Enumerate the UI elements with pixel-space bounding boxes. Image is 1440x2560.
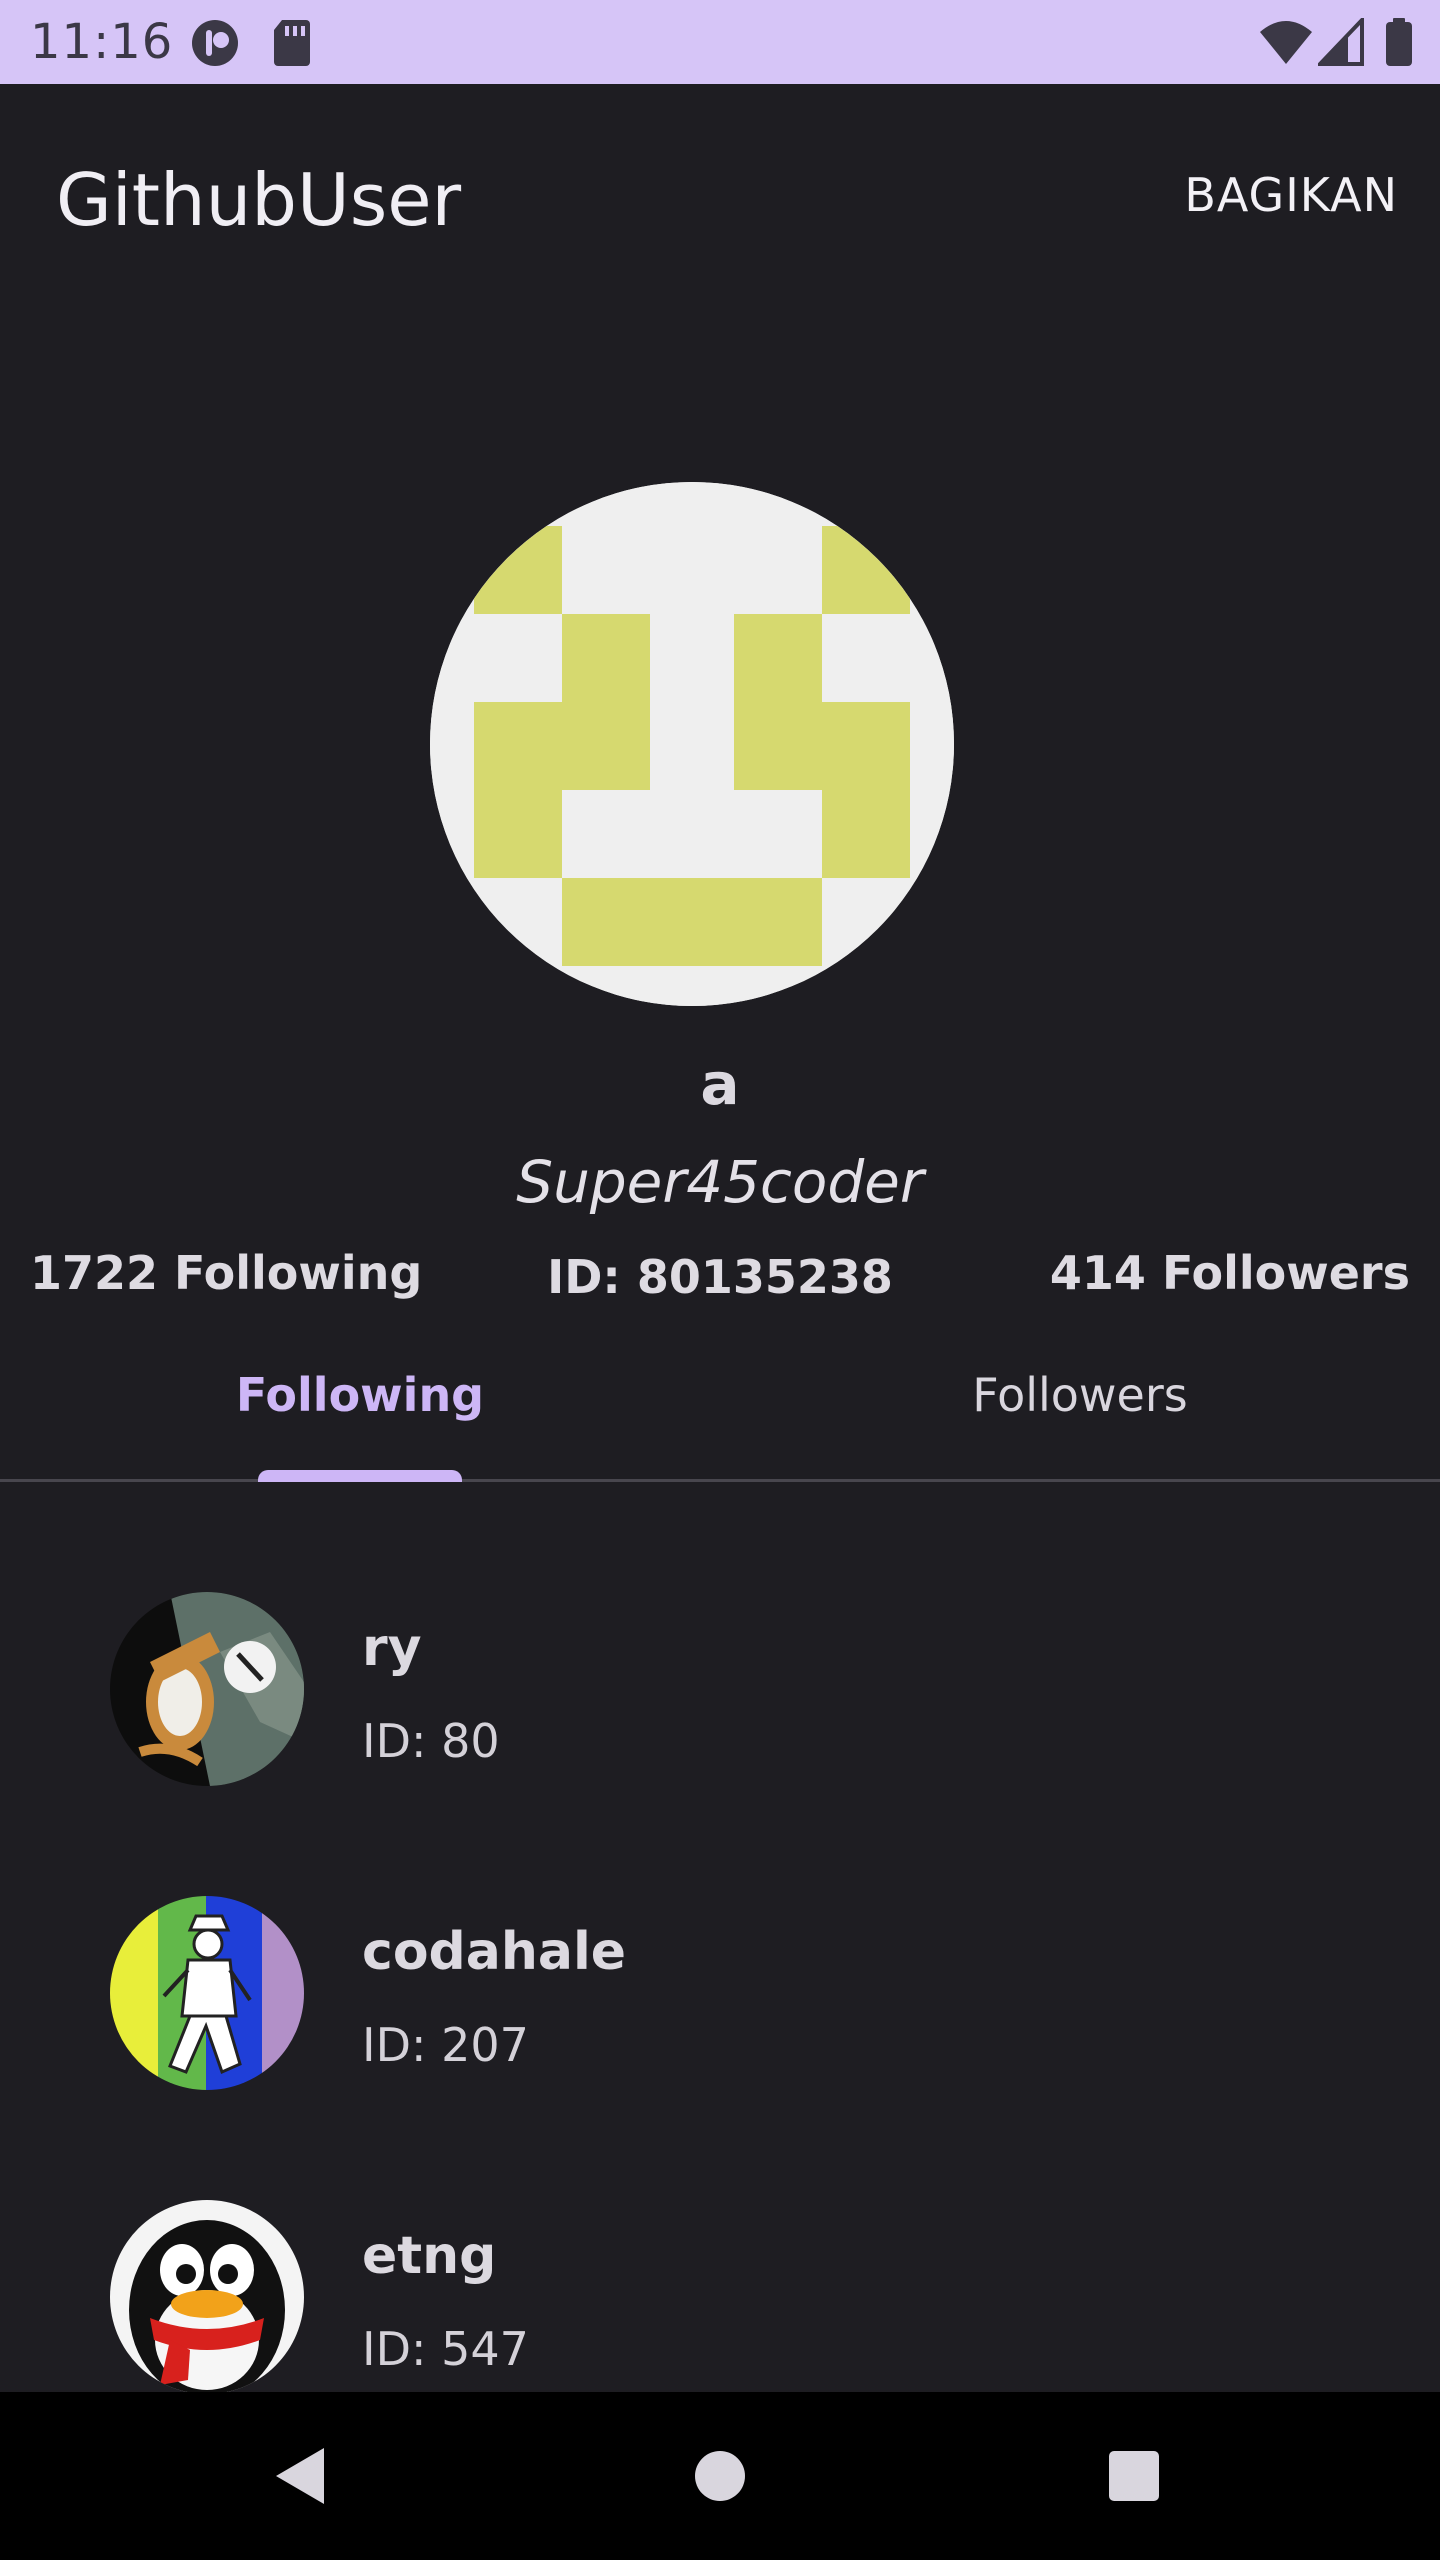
profile-login: Super45coder <box>516 1148 924 1216</box>
user-avatar <box>110 2200 304 2392</box>
home-button[interactable] <box>620 2392 820 2560</box>
user-name: ry <box>362 1618 422 1678</box>
user-name: codahale <box>362 1922 627 1982</box>
recents-icon <box>1109 2451 1159 2501</box>
list-item[interactable]: codahale ID: 207 <box>0 1786 1440 2090</box>
profile-name: a <box>700 1050 740 1118</box>
user-list: ry ID: 80 codahale ID: 207 etng ID: 547 <box>0 1482 1440 2392</box>
tab-indicator <box>258 1470 462 1482</box>
followers-count: 414 Followers <box>1049 1246 1410 1300</box>
battery-icon <box>1384 18 1414 73</box>
wifi-icon <box>1258 18 1314 71</box>
status-bar: 11:16 <box>0 0 1440 84</box>
status-time: 11:16 <box>30 14 174 70</box>
app-notification-icon <box>190 18 240 73</box>
tab-followers[interactable]: Followers <box>720 1368 1440 1422</box>
back-icon <box>276 2448 324 2504</box>
user-id: ID: 547 <box>362 2322 529 2376</box>
tab-following[interactable]: Following <box>0 1368 720 1422</box>
recents-button[interactable] <box>1034 2392 1234 2560</box>
user-id: ID: 207 <box>362 2018 529 2072</box>
signal-icon <box>1315 15 1364 71</box>
user-id: ID: 80 <box>362 1714 500 1768</box>
tab-bar: Following Followers <box>0 1340 1440 1482</box>
user-avatar <box>110 1592 304 1786</box>
navigation-bar <box>0 2392 1440 2560</box>
app-bar: GithubUser BAGIKAN <box>0 84 1440 312</box>
app-title: GithubUser <box>56 158 462 242</box>
user-name: etng <box>362 2226 497 2286</box>
share-button[interactable]: BAGIKAN <box>1184 168 1398 222</box>
list-item[interactable]: etng ID: 547 <box>0 2090 1440 2392</box>
home-icon <box>695 2451 745 2501</box>
list-item[interactable]: ry ID: 80 <box>0 1482 1440 1786</box>
back-button[interactable] <box>200 2392 400 2560</box>
sd-card-icon <box>272 18 312 73</box>
user-avatar <box>110 1896 304 2090</box>
profile-avatar <box>430 482 954 1006</box>
